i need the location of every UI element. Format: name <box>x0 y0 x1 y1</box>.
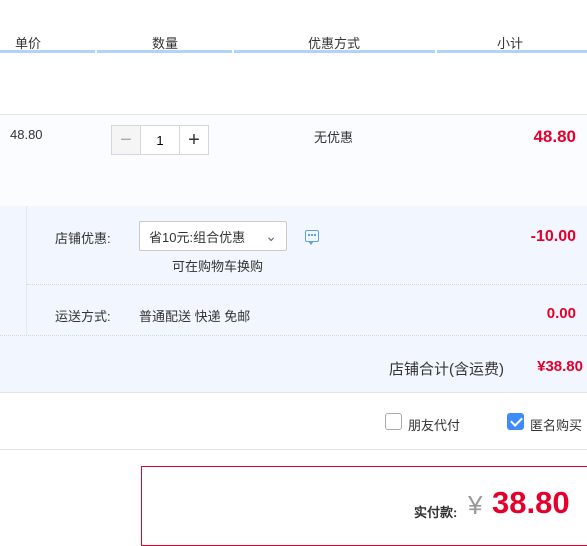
header-divider <box>437 50 587 53</box>
store-discount-amount: -10.00 <box>530 228 576 245</box>
item-promotion: 无优惠 <box>314 130 354 145</box>
store-left-strip <box>0 206 27 335</box>
header-divider <box>0 50 95 53</box>
message-icon[interactable] <box>305 230 319 245</box>
header-divider <box>234 50 435 53</box>
decrease-quantity-button[interactable]: − <box>111 125 141 155</box>
shipping-method: 普通配送 快递 免邮 <box>139 309 251 324</box>
item-unit-price: 48.80 <box>10 127 43 142</box>
anonymous-purchase-label[interactable]: 匿名购买 <box>530 415 582 434</box>
quantity-stepper: − + <box>111 125 209 155</box>
increase-quantity-button[interactable]: + <box>179 125 209 155</box>
friend-pay-label[interactable]: 朋友代付 <box>408 415 460 434</box>
promo-swap-link[interactable]: 可在购物车换购 <box>172 256 263 275</box>
friend-pay-checkbox[interactable] <box>385 413 402 430</box>
payment-label: 实付款: <box>414 505 458 520</box>
store-total-value: ¥38.80 <box>537 358 583 375</box>
chevron-down-icon: ⌄ <box>265 228 277 244</box>
store-promo-label: 店铺优惠: <box>55 231 111 246</box>
store-summary-block: 店铺优惠: 省10元:组合优惠 ⌄ 可在购物车换购 -10.00 运送方式: 普… <box>0 206 587 392</box>
quantity-input[interactable] <box>141 125 179 155</box>
item-subtotal: 48.80 <box>533 127 576 146</box>
order-table-header: 单价 数量 优惠方式 小计 <box>0 0 587 53</box>
store-promo-select[interactable]: 省10元:组合优惠 ⌄ <box>139 221 287 251</box>
payment-amount: 38.80 <box>492 485 570 520</box>
order-options-row: 朋友代付 匿名购买 <box>0 392 587 450</box>
store-promo-row <box>27 206 587 285</box>
store-total-row: 店铺合计(含运费) ¥38.80 <box>0 335 587 393</box>
currency-symbol: ¥ <box>468 490 483 520</box>
order-item-row: 48.80 − + 无优惠 48.80 <box>0 114 587 208</box>
header-divider <box>97 50 232 53</box>
shipping-label: 运送方式: <box>55 309 111 324</box>
shipping-cost: 0.00 <box>546 305 576 322</box>
store-total-label: 店铺合计(含运费) <box>389 361 504 378</box>
payment-summary-box: 实付款: ¥ 38.80 <box>141 466 587 546</box>
store-promo-select-value: 省10元:组合优惠 <box>149 229 246 245</box>
anonymous-purchase-checkbox[interactable] <box>507 413 524 430</box>
